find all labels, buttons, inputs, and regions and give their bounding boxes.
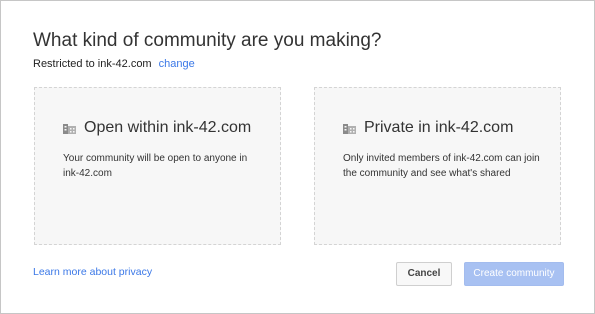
cancel-button[interactable]: Cancel	[396, 262, 452, 286]
option-card-private[interactable]: Private in ink-42.com Only invited membe…	[314, 87, 561, 245]
option-description-private: Only invited members of ink-42.com can j…	[343, 153, 540, 179]
building-icon	[343, 123, 356, 134]
domain-restriction: Restricted to ink-42.com change	[33, 58, 195, 70]
option-title-open: Open within ink-42.com	[84, 119, 252, 136]
option-card-header: Private in ink-42.com	[343, 119, 513, 137]
create-community-dialog: What kind of community are you making? R…	[0, 0, 595, 314]
change-link[interactable]: change	[159, 58, 195, 70]
building-icon	[63, 123, 76, 134]
option-card-open[interactable]: Open within ink-42.com Your community wi…	[34, 87, 281, 245]
create-community-button[interactable]: Create community	[464, 262, 564, 286]
option-card-header: Open within ink-42.com	[63, 119, 251, 137]
restriction-label: Restricted to ink-42.com	[33, 58, 152, 70]
learn-more-privacy-link[interactable]: Learn more about privacy	[33, 266, 152, 278]
option-description-open: Your community will be open to anyone in…	[63, 153, 248, 179]
option-title-private: Private in ink-42.com	[364, 119, 514, 136]
dialog-title: What kind of community are you making?	[33, 30, 382, 51]
